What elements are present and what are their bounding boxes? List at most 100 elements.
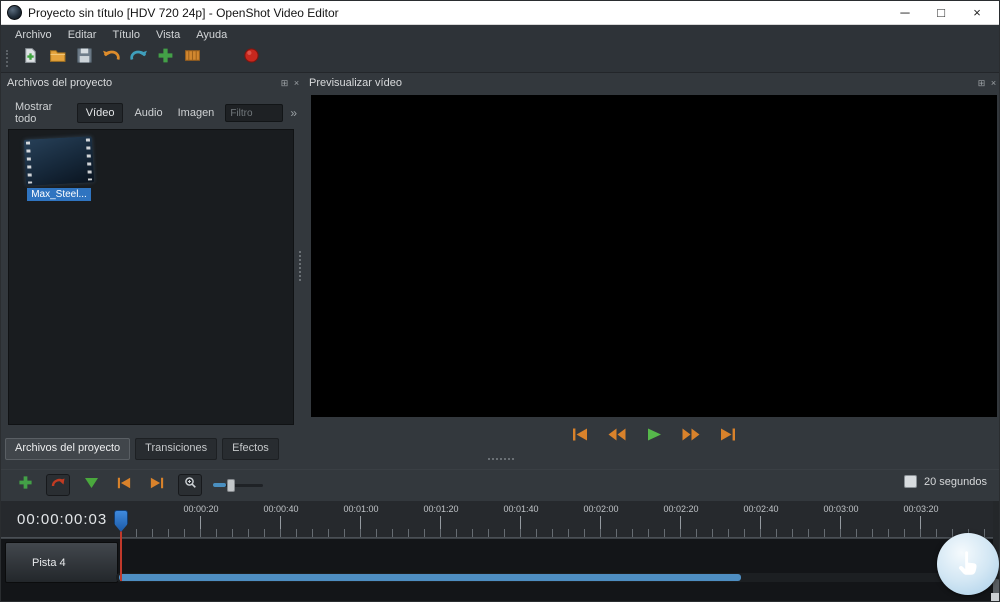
ruler-label: 00:00:20 xyxy=(183,504,219,514)
next-marker-button[interactable] xyxy=(145,474,169,496)
menu-titulo[interactable]: Título xyxy=(104,27,148,43)
save-icon xyxy=(76,47,93,69)
filter-audio[interactable]: Audio xyxy=(130,104,166,122)
film-sprockets-right xyxy=(85,138,93,181)
zoom-slider[interactable] xyxy=(213,478,263,492)
film-sprockets-left xyxy=(25,141,33,184)
snapping-toggle-button[interactable] xyxy=(46,473,70,496)
titlebar: Proyecto sin título [HDV 720 24p] - Open… xyxy=(1,1,999,25)
profile-film-icon xyxy=(184,47,201,69)
add-marker-button[interactable] xyxy=(79,474,103,496)
openshot-logo-icon xyxy=(7,5,22,20)
timeline-toolbar: 20 segundos xyxy=(1,469,999,499)
next-marker-icon xyxy=(150,476,164,494)
playhead-line xyxy=(120,529,122,581)
app-window: Proyecto sin título [HDV 720 24p] - Open… xyxy=(0,0,1000,602)
ruler-label: 00:03:00 xyxy=(823,504,859,514)
track-name-label: Pista 4 xyxy=(32,556,66,569)
snapping-icon xyxy=(51,476,66,494)
project-files-float-button[interactable]: ⊞ xyxy=(279,78,290,89)
zoom-scale-label: 20 segundos xyxy=(924,475,987,488)
add-track-plus-icon xyxy=(18,475,33,495)
ruler-label: 00:01:20 xyxy=(423,504,459,514)
ruler-minor-ticks xyxy=(121,529,993,537)
menu-ayuda[interactable]: Ayuda xyxy=(188,27,235,43)
window-controls: ─ □ × xyxy=(887,1,995,25)
ruler-label: 00:01:40 xyxy=(503,504,539,514)
preview-close-button[interactable]: × xyxy=(988,78,999,89)
project-files-close-button[interactable]: × xyxy=(291,78,302,89)
file-item[interactable]: Max_Steel... xyxy=(17,136,101,202)
zoom-scale-group: 20 segundos xyxy=(904,475,987,488)
zoom-slider-fill xyxy=(213,482,226,487)
horizontal-splitter-handle[interactable] xyxy=(488,458,514,460)
jump-start-button[interactable] xyxy=(568,427,592,447)
fast-forward-button[interactable] xyxy=(679,427,703,447)
filter-overflow-chevron[interactable]: » xyxy=(290,106,297,120)
tab-effects[interactable]: Efectos xyxy=(222,438,279,460)
zoom-slider-handle[interactable] xyxy=(227,478,235,492)
open-project-button[interactable] xyxy=(44,46,71,71)
export-record-icon xyxy=(243,47,260,69)
toolbar-grip[interactable] xyxy=(6,49,11,67)
tab-project-files[interactable]: Archivos del proyecto xyxy=(5,438,131,460)
watermark-hand-icon xyxy=(958,551,977,575)
menubar: Archivo Editar Título Vista Ayuda xyxy=(1,25,999,44)
rewind-button[interactable] xyxy=(605,427,629,447)
redo-icon xyxy=(129,47,148,69)
zoom-scale-checkbox[interactable] xyxy=(904,475,917,488)
choose-profile-button[interactable] xyxy=(179,46,206,71)
track-area[interactable]: Pista 4 xyxy=(1,538,999,601)
filter-video[interactable]: Vídeo xyxy=(76,103,124,123)
project-files-list[interactable]: Max_Steel... xyxy=(8,129,294,425)
file-filter-row: Mostrar todo Vídeo Audio Imagen » xyxy=(11,101,297,125)
play-button[interactable] xyxy=(642,427,666,447)
ruler-label: 00:01:00 xyxy=(343,504,379,514)
minimize-button[interactable]: ─ xyxy=(887,1,923,25)
watermark-logo xyxy=(937,533,999,595)
redo-button[interactable] xyxy=(125,46,152,71)
undo-button[interactable] xyxy=(98,46,125,71)
zoom-tool-button[interactable] xyxy=(178,473,202,496)
import-files-button[interactable] xyxy=(152,46,179,71)
ruler-label: 00:00:40 xyxy=(263,504,299,514)
new-project-button[interactable] xyxy=(17,46,44,71)
undo-icon xyxy=(102,47,121,69)
horizontal-scrollbar[interactable] xyxy=(116,573,990,582)
preview-panel-title: Previsualizar vídeo xyxy=(309,77,402,89)
window-title: Proyecto sin título [HDV 720 24p] - Open… xyxy=(28,5,339,20)
dock-tabs: Archivos del proyecto Transiciones Efect… xyxy=(5,438,279,460)
plus-icon xyxy=(157,47,174,69)
save-project-button[interactable] xyxy=(71,46,98,71)
ruler-label: 00:02:00 xyxy=(583,504,619,514)
preview-float-button[interactable]: ⊞ xyxy=(976,78,987,89)
filter-image[interactable]: Imagen xyxy=(174,104,219,122)
export-video-button[interactable] xyxy=(238,46,265,71)
playback-controls xyxy=(311,424,997,450)
track-header[interactable]: Pista 4 xyxy=(5,542,118,583)
ruler-labels: 00:00:20 00:00:40 00:01:00 00:01:20 00:0… xyxy=(121,504,997,515)
play-icon xyxy=(647,428,662,446)
fast-forward-icon xyxy=(682,428,700,446)
magnifier-icon xyxy=(184,476,197,494)
maximize-button[interactable]: □ xyxy=(923,1,959,25)
filter-show-all[interactable]: Mostrar todo xyxy=(11,98,70,128)
add-track-button[interactable] xyxy=(13,474,37,496)
resize-corner[interactable] xyxy=(991,593,999,601)
file-name-label: Max_Steel... xyxy=(27,188,91,201)
horizontal-scrollbar-thumb[interactable] xyxy=(119,574,741,581)
video-thumbnail xyxy=(23,136,95,186)
video-preview xyxy=(311,95,997,417)
open-folder-icon xyxy=(49,47,66,69)
panel-splitter-handle[interactable] xyxy=(299,251,301,281)
menu-editar[interactable]: Editar xyxy=(60,27,105,43)
new-project-icon xyxy=(22,47,39,69)
previous-marker-icon xyxy=(117,476,131,494)
close-button[interactable]: × xyxy=(959,1,995,25)
menu-archivo[interactable]: Archivo xyxy=(7,27,60,43)
menu-vista[interactable]: Vista xyxy=(148,27,188,43)
previous-marker-button[interactable] xyxy=(112,474,136,496)
filter-input[interactable] xyxy=(225,104,284,122)
jump-end-button[interactable] xyxy=(716,427,740,447)
tab-transitions[interactable]: Transiciones xyxy=(135,438,218,460)
